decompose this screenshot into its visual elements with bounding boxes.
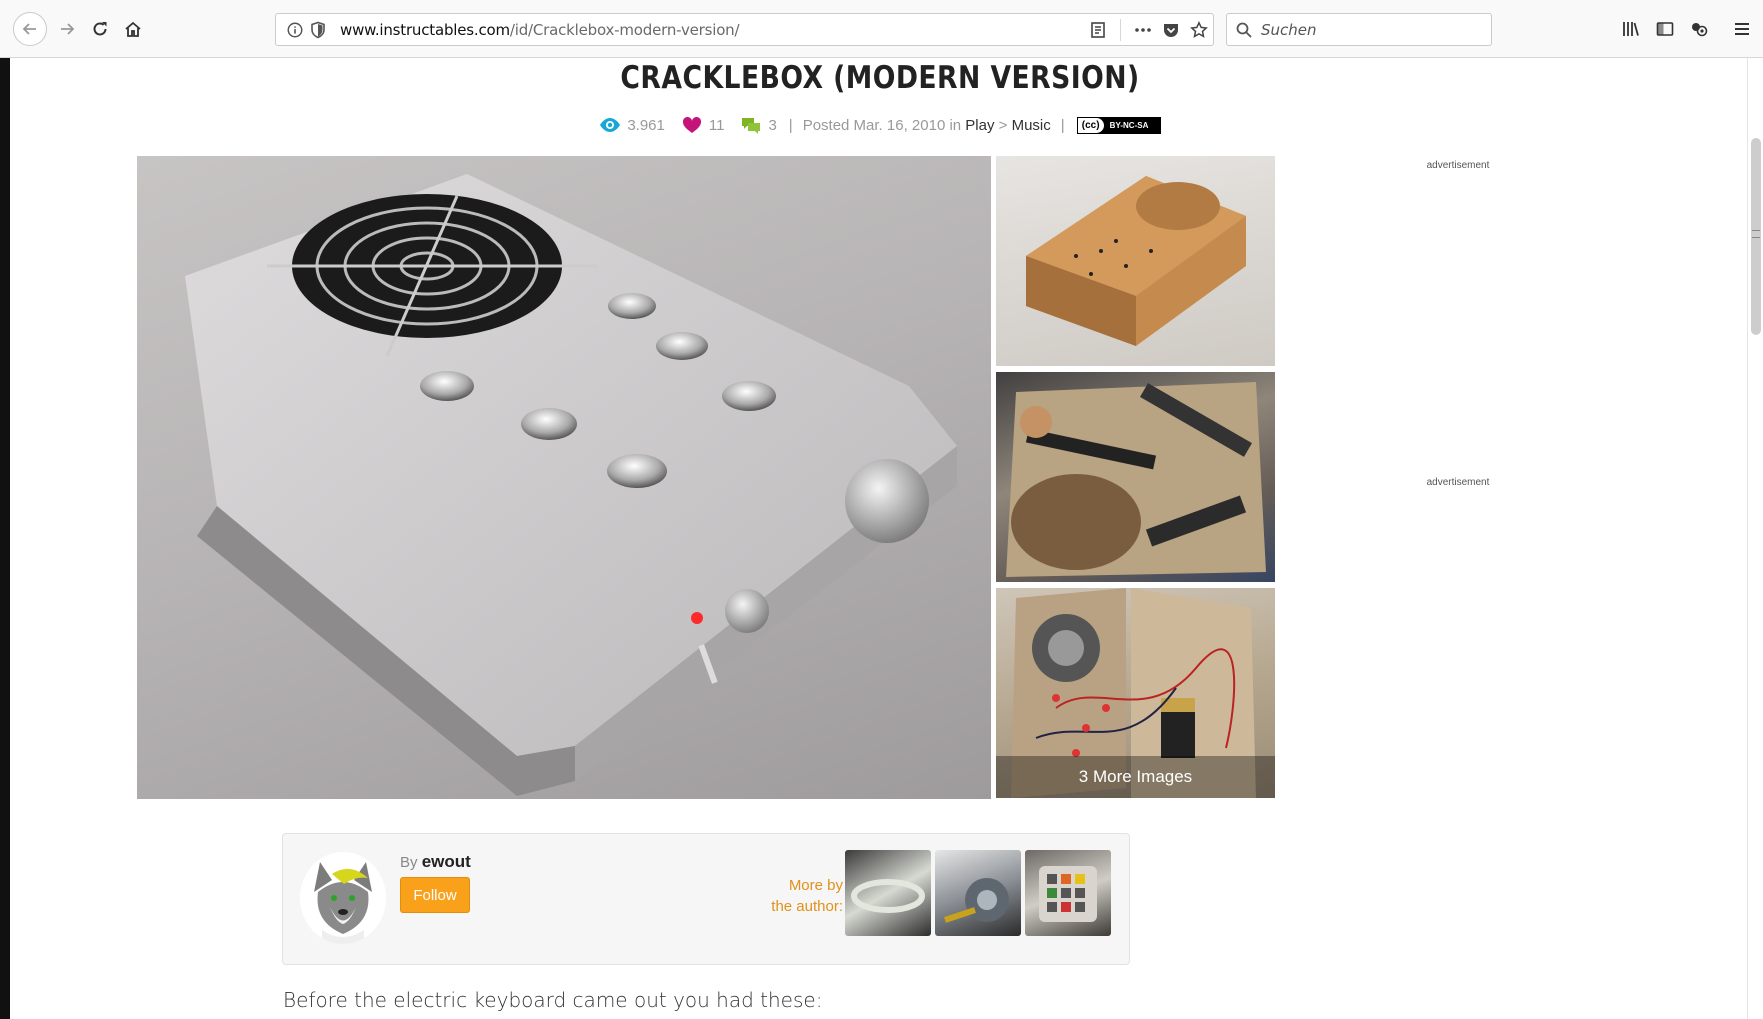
comments-stat[interactable]: 3 <box>740 116 777 134</box>
wolf-avatar-icon <box>300 855 386 944</box>
cc-logo: (cc) <box>1077 117 1104 133</box>
author-box: By ewout Follow More by the author: <box>282 833 1130 965</box>
workbench-photo <box>996 372 1275 582</box>
motor-photo <box>944 878 1009 923</box>
menu-area <box>1725 14 1759 44</box>
favorites-count: 11 <box>708 116 725 134</box>
menu-button[interactable] <box>1725 14 1759 44</box>
page-actions-button[interactable] <box>1129 14 1157 45</box>
advertisement-label-1: advertisement <box>1426 160 1490 171</box>
arrow-right-icon <box>61 23 75 35</box>
page-scrollbar[interactable] <box>1747 58 1763 1019</box>
main-image[interactable] <box>137 156 991 799</box>
url-text[interactable]: www.instructables.com/id/Cracklebox-mode… <box>340 20 740 39</box>
author-name[interactable]: ewout <box>422 852 471 871</box>
browser-toolbar: www.instructables.com/id/Cracklebox-mode… <box>0 0 1763 58</box>
author-project-2[interactable] <box>935 850 1021 936</box>
forward-button[interactable] <box>50 12 84 46</box>
comments-count: 3 <box>768 116 777 134</box>
views-count: 3.961 <box>627 116 665 134</box>
home-button[interactable] <box>116 12 150 46</box>
bracelet-photo <box>851 879 925 913</box>
reload-button[interactable] <box>83 12 117 46</box>
shield-icon[interactable] <box>310 21 326 39</box>
star-icon <box>1190 20 1208 38</box>
window-left-edge <box>0 58 10 1019</box>
more-images-overlay[interactable]: 3 More Images <box>996 756 1275 798</box>
author-projects <box>845 850 1111 936</box>
thumbnail-2[interactable] <box>996 372 1275 582</box>
scrollbar-grip-icon <box>1752 230 1760 238</box>
library-button[interactable] <box>1614 14 1648 44</box>
sidebar-button[interactable] <box>1648 14 1682 44</box>
url-bar[interactable]: www.instructables.com/id/Cracklebox-mode… <box>275 13 1214 46</box>
meta-divider-2: | <box>1060 116 1065 134</box>
library-icon <box>1623 22 1639 36</box>
author-project-3[interactable] <box>1025 850 1111 936</box>
url-path: /id/Cracklebox-modern-version/ <box>509 20 740 39</box>
extensions-button[interactable] <box>1682 14 1716 44</box>
back-button[interactable] <box>13 12 47 46</box>
reader-view-icon <box>1091 21 1105 38</box>
cc-license-text: BY-NC-SA <box>1109 120 1149 130</box>
category-separator: > <box>998 116 1008 134</box>
posted-date: Posted Mar. 16, 2010 in <box>802 116 962 134</box>
meta-divider: | <box>788 116 793 134</box>
by-label: By <box>400 854 418 871</box>
comment-icon <box>742 118 761 134</box>
views-stat: 3.961 <box>599 116 665 134</box>
author-byline: By ewout <box>400 852 471 872</box>
pocket-button[interactable] <box>1157 14 1185 45</box>
more-by-author-label: More by the author: <box>753 875 843 917</box>
eye-icon <box>600 118 621 132</box>
avatar[interactable] <box>300 852 386 944</box>
extension-icon <box>1692 23 1708 37</box>
sidebar-icon <box>1656 22 1674 36</box>
page-title: CRACKLEBOX (MODERN VERSION) <box>620 60 1140 96</box>
category-link[interactable]: Play <box>965 117 994 134</box>
pocket-icon <box>1164 23 1178 37</box>
more-by-line-2: the author: <box>771 898 843 915</box>
reload-icon <box>93 22 107 36</box>
heart-icon <box>682 116 701 133</box>
search-box[interactable] <box>1226 13 1492 46</box>
follow-button[interactable]: Follow <box>400 877 470 913</box>
url-divider <box>1120 18 1121 41</box>
reader-view-button[interactable] <box>1084 14 1112 45</box>
article-meta: 3.961 11 3 | Posted Mar. 16, 2010 in Pla… <box>0 116 1760 134</box>
thumbnail-3[interactable]: 3 More Images <box>996 588 1275 798</box>
subcategory-link[interactable]: Music <box>1012 117 1051 134</box>
keypad-photo <box>1039 866 1097 922</box>
hamburger-menu-icon <box>1735 23 1749 35</box>
toolbar-right-icons <box>1614 14 1716 44</box>
author-project-1[interactable] <box>845 850 931 936</box>
cc-license-icon: (cc) BY-NC-SA <box>1076 116 1161 134</box>
url-host: www.instructables.com <box>340 20 510 39</box>
page-content: CRACKLEBOX (MODERN VERSION) 3.961 11 3 |… <box>0 58 1763 1019</box>
search-input[interactable] <box>1261 20 1481 39</box>
advertisement-label-2: advertisement <box>1426 477 1490 488</box>
wood-block-photo <box>1026 176 1246 346</box>
more-by-line-1: More by <box>788 877 843 894</box>
cracklebox-photo <box>185 174 957 796</box>
thumbnail-1[interactable] <box>996 156 1275 366</box>
intro-paragraph: Before the electric keyboard came out yo… <box>283 988 823 1012</box>
arrow-left-icon <box>22 23 36 35</box>
license-badge[interactable]: (cc) BY-NC-SA <box>1076 116 1161 134</box>
search-icon <box>1236 22 1252 38</box>
favorites-stat[interactable]: 11 <box>681 116 725 134</box>
home-icon <box>125 21 141 37</box>
url-actions <box>1084 14 1213 45</box>
bookmark-star-button[interactable] <box>1185 14 1213 45</box>
info-icon[interactable] <box>286 21 304 39</box>
more-dots-icon <box>1135 27 1151 32</box>
